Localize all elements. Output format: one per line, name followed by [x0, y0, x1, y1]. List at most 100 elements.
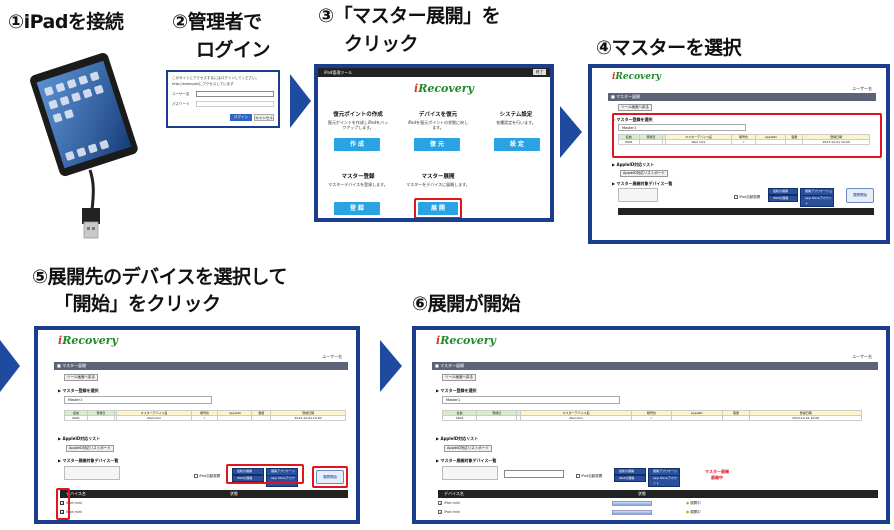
filter-latest[interactable]: 最新の展開 — [614, 468, 646, 475]
create-button[interactable]: 作 成 — [334, 138, 380, 151]
restore-button[interactable]: 復 元 — [414, 138, 460, 151]
step4-label: ④マスターを選択 — [596, 37, 742, 59]
applist-button[interactable]: AppleID対応リストボード — [620, 170, 668, 177]
select-label: ▶ マスター登録を選択 — [436, 388, 477, 393]
user-label: ユーザー名 — [172, 92, 190, 96]
filter-highlight — [226, 464, 304, 484]
mode-box[interactable] — [618, 188, 658, 202]
user-name: ユーザー名 — [852, 86, 872, 91]
master-deploy-title: マスター展開 — [421, 174, 455, 180]
device-table-header — [618, 208, 874, 215]
master-register-desc: マスターデバイスを登録します。 — [328, 182, 388, 187]
device-table-header: デバイス名 状態 — [60, 490, 348, 498]
system-settings-desc: 各種設定を行います。 — [496, 120, 536, 125]
deploy-highlight — [414, 198, 462, 218]
password-label: パスワード — [172, 102, 190, 106]
back-button[interactable]: ツール画面へ戻る — [442, 374, 476, 381]
irecovery-logo: iRecovery — [436, 334, 496, 347]
filter-appstore[interactable]: App Storeアカウント — [648, 475, 680, 487]
arrow-right-icon — [380, 340, 402, 392]
devices-label: ▶ マスター展開対象デバイス一覧 — [436, 458, 497, 463]
step2-label-line1: ②管理者で — [172, 11, 262, 33]
applist-button[interactable]: AppleID対応リストボード — [444, 445, 492, 452]
filter-latest[interactable]: 最新の展開 — [768, 188, 798, 195]
applist-label: ▶ AppleID対応リスト — [58, 436, 101, 441]
arrow-right-icon — [0, 340, 20, 392]
filter-appstore[interactable]: App Storeアカウント — [800, 195, 834, 207]
auto-deploy-checkbox[interactable]: iPad自動展開 — [576, 474, 602, 479]
user-name: ユーザー名 — [852, 354, 872, 359]
tutorial-root: ①iPadを接続 ②管理者で ログイン ③「マスター展開」を クリック ④マスタ… — [0, 0, 894, 530]
filter-ipad[interactable]: iPadの展開 — [768, 195, 798, 202]
step1-label: ①iPadを接続 — [8, 11, 124, 33]
step5-label-line1: ⑤展開先のデバイスを選択して — [32, 266, 287, 288]
select-label: ▶ マスター登録を選択 — [58, 388, 99, 393]
progress-bar — [612, 501, 652, 506]
progress-field — [504, 470, 564, 478]
master-select-screen: iRecovery ユーザー名 ■ マスター展開 ツール画面へ戻る ▶ マスター… — [588, 64, 890, 244]
settings-button[interactable]: 設 定 — [494, 138, 540, 151]
device-restore-desc: iPadを復元ポイントの状態に戻します。 — [407, 120, 469, 130]
page-header: ■ マスター展開 — [608, 93, 876, 101]
page-header: ■ マスター展開 — [54, 362, 348, 370]
step3-label-line2: クリック — [344, 33, 419, 55]
user-input[interactable] — [196, 91, 274, 97]
page-header: ■ マスター展開 — [432, 362, 878, 370]
back-button[interactable]: ツール画面へ戻る — [618, 104, 652, 111]
filter-ipad[interactable]: iPadの展開 — [614, 475, 646, 482]
auto-deploy-checkbox[interactable]: iPad自動展開 — [194, 474, 220, 479]
menu-screen: iPad管理ツール 終了 iRecovery 復元ポイントの作成 復元ポイントを… — [314, 64, 554, 222]
mode-box[interactable] — [64, 466, 120, 480]
restore-point-desc: 復元ポイントを作成しiPadをバックアップします。 — [327, 120, 389, 130]
step3-label-line1: ③「マスター展開」を — [318, 5, 501, 27]
start-button[interactable]: 展開開始 — [846, 188, 874, 203]
devices-label: ▶ マスター展開対象デバイス一覧 — [58, 458, 119, 463]
login-button[interactable]: ログイン — [230, 114, 252, 121]
step6-label: ⑥展開が開始 — [412, 293, 521, 315]
cancel-button[interactable]: キャンセル — [254, 114, 274, 121]
mode-box[interactable] — [442, 466, 498, 480]
login-dialog: このサイトにアクセスするにはログインしてください。 http://example… — [166, 70, 280, 128]
applist-label: ▶ AppleID対応リスト — [436, 436, 479, 441]
step5-label-line2: 「開始」をクリック — [54, 293, 221, 315]
devices-label: ▶ マスター展開対象デバイス一覧 — [612, 181, 673, 186]
master-highlight — [612, 113, 882, 158]
device-restore-title: デバイスを復元 — [418, 112, 458, 118]
applist-label: ▶ AppleID対応リスト — [612, 162, 655, 167]
restore-point-title: 復元ポイントの作成 — [333, 112, 383, 118]
deploy-progress-screen: iRecovery ユーザー名 ■ マスター展開 ツール画面へ戻る ▶ マスター… — [412, 326, 890, 524]
master-select[interactable]: Master1 — [442, 396, 620, 404]
ipad-illustration — [30, 53, 138, 239]
register-button[interactable]: 登 録 — [334, 202, 380, 215]
login-url: http://example/にアクセスしています — [172, 82, 234, 86]
row-status: ● 展開中 — [686, 501, 701, 505]
back-button[interactable]: ツール画面へ戻る — [64, 374, 98, 381]
login-message: このサイトにアクセスするにはログインしてください。 — [172, 76, 260, 80]
password-input[interactable] — [196, 101, 274, 107]
irecovery-logo: iRecovery — [58, 334, 118, 347]
device-row-checkbox[interactable]: ✓ iPad mini — [438, 510, 460, 515]
system-settings-title: システム設定 — [499, 112, 533, 118]
menu-titlebar: iPad管理ツール 終了 — [318, 68, 550, 77]
irecovery-logo: iRecovery — [414, 82, 474, 95]
applist-button[interactable]: AppleID対応リストボード — [66, 445, 114, 452]
start-highlight — [312, 466, 348, 488]
auto-deploy-checkbox[interactable]: iPad自動展開 — [734, 195, 760, 200]
progress-bar — [612, 510, 652, 515]
device-table-header: デバイス名 状態 — [438, 490, 878, 498]
master-table: 名前 登録日 マスターデバイス名 暗号化 AppleID 容量 登録日時 0001 iPad … — [441, 410, 862, 421]
exit-badge[interactable]: 終了 — [533, 69, 546, 75]
master-select[interactable]: Master1 — [64, 396, 212, 404]
checkbox-highlight — [56, 488, 70, 520]
master-table: 名前 登録日 マスターデバイス名 暗号化 AppleID 容量 登録日時 0001 iPad … — [63, 410, 346, 421]
device-row-checkbox[interactable]: ✓ iPad mini — [438, 501, 460, 506]
arrow-right-icon — [290, 74, 311, 128]
row-status: ● 展開中 — [686, 510, 701, 514]
arrow-right-icon — [560, 106, 582, 158]
user-name: ユーザー名 — [322, 354, 342, 359]
master-deploy-desc: マスターをデバイスに展開します。 — [406, 182, 470, 187]
menu-title: iPad管理ツール — [324, 70, 353, 75]
irecovery-logo: iRecovery — [612, 72, 662, 82]
deploy-status: マスター展開 展開中 — [705, 469, 729, 480]
step2-label-line2: ログイン — [196, 39, 271, 61]
